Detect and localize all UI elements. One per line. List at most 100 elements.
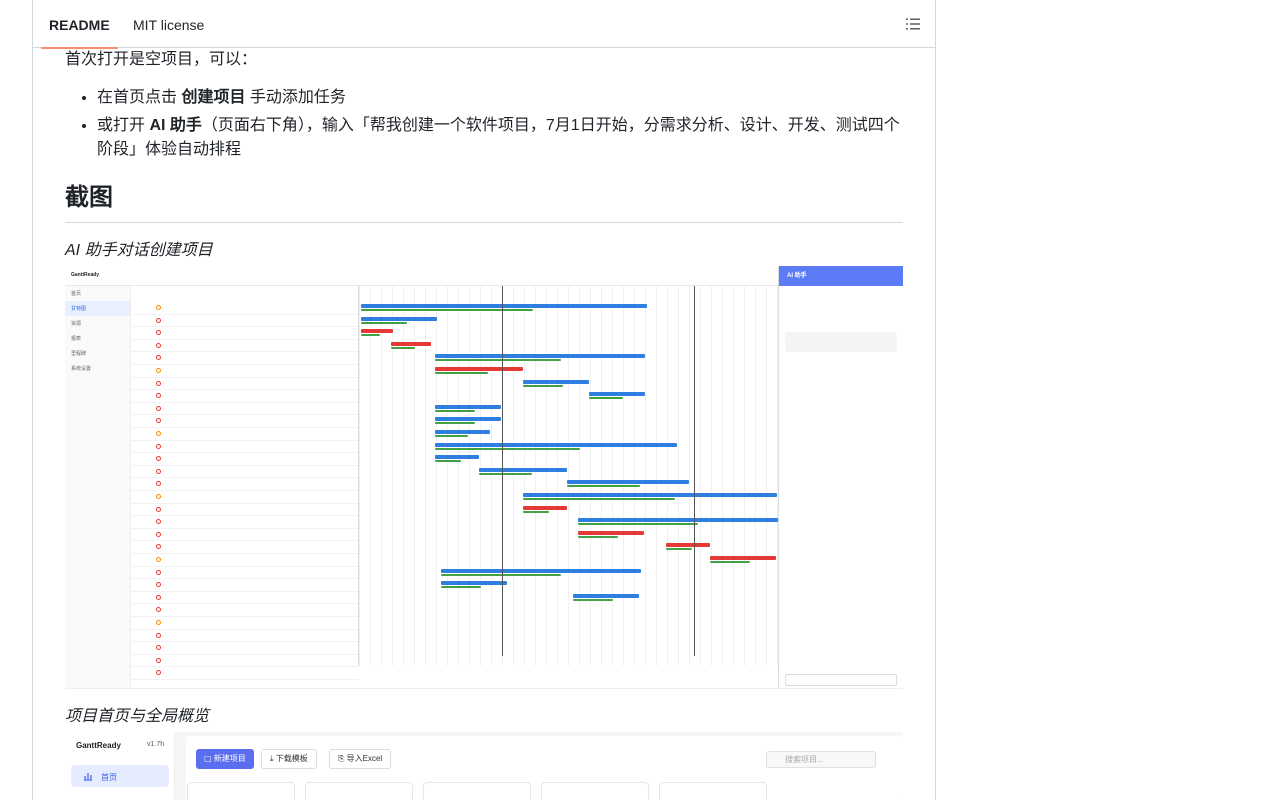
screenshot-home[interactable]: GanttReady v1.7h 首页 ▢ 新建项目 ⤓ 下载模板 ⎘ 导入Ex… xyxy=(65,732,903,800)
app-toolbar: GanttReady xyxy=(65,266,778,286)
gantt-progress-bar xyxy=(435,435,468,437)
status-icon xyxy=(156,557,161,562)
sidebar-item: 首页 xyxy=(71,291,82,297)
outline-button[interactable] xyxy=(901,12,925,36)
status-icon xyxy=(156,342,161,348)
gantt-bar xyxy=(479,467,567,472)
status-icon xyxy=(156,506,161,512)
table-row xyxy=(131,491,358,504)
gantt-progress-bar xyxy=(391,346,415,349)
gantt-chart xyxy=(358,286,778,666)
gantt-bar xyxy=(435,367,523,371)
app-sidebar: GanttReady v1.7h 首页 xyxy=(65,732,175,800)
project-card xyxy=(305,782,413,800)
gantt-progress-bar xyxy=(666,548,692,551)
status-icon xyxy=(156,620,161,625)
list-item: 在首页点击 创建项目 手动添加任务 xyxy=(97,86,903,110)
table-row xyxy=(131,403,358,416)
status-icon xyxy=(156,330,161,336)
gantt-bar xyxy=(523,505,567,510)
table-row xyxy=(131,617,358,630)
gantt-progress-bar xyxy=(361,321,407,324)
gantt-bar xyxy=(666,543,710,548)
gantt-bar xyxy=(361,329,393,334)
tab-license[interactable]: MIT license xyxy=(125,0,212,48)
app-name: GanttReady xyxy=(71,272,100,278)
table-row xyxy=(131,453,358,466)
status-icon xyxy=(156,645,161,651)
status-icon xyxy=(156,468,161,474)
sidebar-item: 资源 xyxy=(71,321,82,327)
table-row xyxy=(131,365,358,378)
app-version: v1.7h xyxy=(147,741,165,748)
gantt-bar xyxy=(435,417,501,422)
gantt-progress-bar xyxy=(589,397,623,400)
button-label: 下载模板 xyxy=(275,754,308,763)
readme-tabbar: README MIT license xyxy=(33,0,935,49)
caption-shot1: AI 助手对话创建项目 xyxy=(65,242,213,259)
gantt-bar xyxy=(523,379,589,384)
gantt-progress-bar xyxy=(479,472,532,475)
list-item-bold: 创建项目 xyxy=(181,89,246,106)
app-name: GanttReady xyxy=(76,741,121,750)
status-icon xyxy=(156,607,161,613)
table-row xyxy=(131,378,358,391)
gantt-bar xyxy=(441,568,641,573)
app-sidebar: 首页 甘特图 资源 报表 里程碑 系统设置 xyxy=(65,286,131,688)
gantt-progress-bar xyxy=(441,573,561,576)
table-row xyxy=(131,441,358,454)
search-input: 搜索项目... xyxy=(766,751,876,768)
gantt-progress-bar xyxy=(435,422,475,425)
import-excel-button: ⎘ 导入Excel xyxy=(329,749,392,769)
project-card xyxy=(423,782,531,800)
list-item-text: 手动添加任务 xyxy=(245,89,346,106)
sidebar-item: 里程碑 xyxy=(71,351,87,357)
gantt-bar xyxy=(435,354,645,359)
ai-panel-title: AI 助手 xyxy=(779,266,903,286)
table-row xyxy=(131,604,358,617)
gantt-progress-bar xyxy=(435,460,461,463)
table-row xyxy=(131,340,358,353)
table-row xyxy=(131,327,358,340)
today-line xyxy=(502,286,503,656)
status-icon xyxy=(156,456,161,462)
status-icon xyxy=(156,405,161,411)
status-icon xyxy=(156,317,161,323)
search-placeholder: 搜索项目... xyxy=(785,755,824,764)
list-item-bold: AI 助手 xyxy=(149,117,202,134)
table-row xyxy=(131,504,358,517)
status-icon xyxy=(156,368,161,373)
create-project-button: ▢ 新建项目 xyxy=(196,749,254,769)
status-icon xyxy=(156,531,161,537)
gantt-bar xyxy=(361,316,437,321)
table-row xyxy=(131,579,358,592)
gantt-progress-bar xyxy=(567,485,640,488)
status-icon xyxy=(156,380,161,386)
gantt-bar xyxy=(435,442,677,447)
project-card xyxy=(541,782,649,800)
table-row xyxy=(131,554,358,567)
table-row xyxy=(131,592,358,605)
gantt-progress-bar xyxy=(435,409,475,412)
status-icon xyxy=(156,670,161,676)
gantt-progress-bar xyxy=(573,598,613,601)
ai-message xyxy=(785,332,897,352)
status-icon xyxy=(156,494,161,499)
list-item-text: （页面右下角），输入「帮我创建一个软件项目，7月1日开始，分需求分析、设计、开发… xyxy=(97,117,900,158)
table-row xyxy=(131,529,358,542)
gantt-progress-bar xyxy=(578,523,698,526)
status-icon xyxy=(156,305,161,310)
screenshot-ai-chat[interactable]: GanttReady 首页 甘特图 资源 报表 里程碑 系统设置 AI 助手 xyxy=(65,266,903,689)
gantt-progress-bar xyxy=(523,498,675,500)
tab-readme[interactable]: README xyxy=(41,0,118,49)
gantt-progress-bar xyxy=(710,561,750,563)
table-row xyxy=(131,352,358,365)
table-row xyxy=(131,302,358,315)
gantt-progress-bar xyxy=(435,447,580,450)
ai-assistant-panel: AI 助手 xyxy=(778,266,903,688)
table-row xyxy=(131,541,358,554)
button-label: 新建项目 xyxy=(213,754,246,763)
status-icon xyxy=(156,594,161,600)
sidebar-item: 报表 xyxy=(71,336,82,342)
status-icon xyxy=(156,443,161,449)
